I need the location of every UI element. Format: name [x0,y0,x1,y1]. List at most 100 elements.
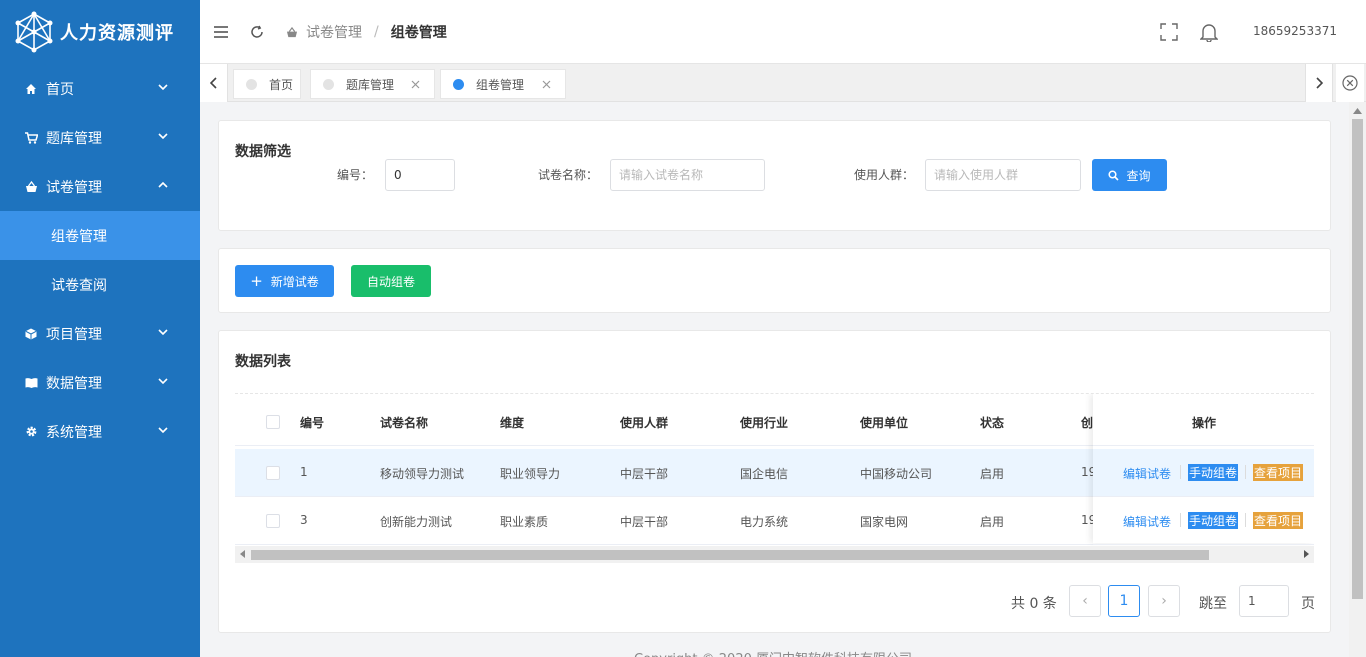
target-group-input[interactable] [925,159,1081,191]
bell-icon [1200,24,1218,42]
row-checkbox[interactable] [266,514,280,528]
sidebar-item-project[interactable]: 项目管理 [0,309,200,358]
breadcrumb-item-paper[interactable]: 试卷管理 [306,22,362,42]
chevron-down-icon [158,329,168,336]
add-paper-label: 新增试卷 [270,274,319,289]
cell-unit: 国家电网 [860,515,909,529]
id-input[interactable] [385,159,455,191]
op-divider [1245,513,1246,527]
refresh-button[interactable] [247,22,267,42]
list-title: 数据列表 [235,354,291,370]
sidebar-item-question-bank[interactable]: 题库管理 [0,113,200,162]
sidebar-item-home[interactable]: 首页 [0,64,200,113]
chevron-down-icon [158,84,168,91]
page-button-1[interactable]: 1 [1108,585,1140,617]
chevron-left-icon: ‹ [1082,593,1088,609]
scrollbar-thumb[interactable] [251,550,1209,560]
brand[interactable]: 人力资源测评 [0,0,200,64]
tabs-scroll-right-button[interactable] [1305,64,1333,102]
search-icon [1108,169,1120,181]
operations-row: 编辑试卷 手动组卷 查看项目 [1093,449,1314,497]
edit-paper-link[interactable]: 编辑试卷 [1123,465,1171,482]
cell-group: 中层干部 [620,515,669,529]
tab-label: 组卷管理 [476,77,525,92]
home-icon [24,82,38,96]
col-header-status: 状态 [980,416,1005,430]
auto-compose-button[interactable]: 自动组卷 [351,265,431,297]
row-checkbox[interactable] [266,466,280,480]
view-project-link[interactable]: 查看项目 [1253,464,1304,481]
scrollbar-thumb[interactable] [1352,119,1363,599]
sidebar-subitem-review[interactable]: 试卷查阅 [0,260,200,309]
tab-status-dot [453,78,464,90]
page-unit-label: 页 [1301,596,1315,612]
cell-dimension: 职业素质 [500,515,549,529]
basket-icon [24,180,38,194]
close-icon[interactable] [539,77,553,91]
chevron-down-icon [158,427,168,434]
pagination-total: 共 0 条 [1011,596,1057,612]
sidebar-item-label: 试卷管理 [46,179,102,196]
next-page-button[interactable]: › [1148,585,1180,617]
top-header: 试卷管理 / 组卷管理 18659253371 [200,0,1366,64]
chevron-right-icon [1316,77,1323,89]
tabs-scroll-left-button[interactable] [200,64,228,102]
sidebar-item-paper[interactable]: 试卷管理 [0,162,200,211]
cell-name: 创新能力测试 [380,515,453,529]
col-header-dimension: 维度 [500,416,525,430]
scroll-right-arrow-icon[interactable] [1301,549,1311,559]
brand-name: 人力资源测评 [60,23,174,44]
chevron-left-icon [209,77,217,89]
cell-industry: 电力系统 [740,515,789,529]
chevron-up-icon [158,181,168,188]
plus-icon: + [250,271,263,290]
add-paper-button[interactable]: + 新增试卷 [235,265,334,297]
page-vertical-scrollbar[interactable] [1349,102,1366,657]
list-card: 数据列表 编号 试卷名称 维度 使用人群 使用行业 使用单位 状态 创 1 移动… [218,330,1331,633]
cell-id: 1 [300,465,308,479]
col-header-group: 使用人群 [620,416,669,430]
close-circle-icon [1342,75,1358,91]
fullscreen-icon [1160,23,1178,41]
tab-label: 首页 [269,77,294,92]
sidebar-subitem-compose[interactable]: 组卷管理 [0,211,200,260]
query-button[interactable]: 查询 [1092,159,1167,191]
jump-page-input[interactable] [1239,585,1289,617]
manual-compose-link[interactable]: 手动组卷 [1188,512,1239,529]
select-all-checkbox[interactable] [266,415,280,429]
notification-button[interactable] [1199,22,1219,42]
sidebar-item-label: 系统管理 [46,424,102,441]
paper-name-input[interactable] [610,159,765,191]
edit-paper-link[interactable]: 编辑试卷 [1123,513,1171,530]
table-horizontal-scrollbar[interactable] [235,546,1314,563]
paper-name-label: 试卷名称： [538,168,599,182]
tab-question-bank[interactable]: 题库管理 [310,69,435,99]
close-all-tabs-button[interactable] [1336,64,1364,102]
view-project-link[interactable]: 查看项目 [1253,512,1304,529]
basket-icon [286,26,298,37]
scroll-up-arrow-icon[interactable] [1349,104,1366,118]
manual-compose-link[interactable]: 手动组卷 [1188,464,1239,481]
scroll-left-arrow-icon[interactable] [238,549,248,559]
sidebar-item-data[interactable]: 数据管理 [0,358,200,407]
operations-header: 操作 [1093,398,1314,446]
prev-page-button[interactable]: ‹ [1069,585,1101,617]
chevron-right-icon: › [1161,593,1167,609]
tab-home[interactable]: 首页 [233,69,301,99]
fullscreen-button[interactable] [1159,22,1179,42]
cell-group: 中层干部 [620,467,669,481]
menu-toggle-button[interactable] [211,22,231,42]
auto-compose-label: 自动组卷 [366,274,415,289]
close-icon[interactable] [408,77,422,91]
user-name[interactable]: 18659253371 [1253,24,1337,38]
op-divider [1180,465,1181,479]
tab-compose[interactable]: 组卷管理 [440,69,566,99]
target-group-label: 使用人群： [854,168,915,182]
refresh-icon [251,25,263,38]
page-number: 1 [1119,593,1129,609]
copyright-text: Copyright © 2020 厦门中智软件科技有限公司 [634,648,912,657]
sidebar-item-system[interactable]: 系统管理 [0,407,200,456]
chevron-down-icon [158,378,168,385]
col-header-industry: 使用行业 [740,416,789,430]
chevron-down-icon [158,133,168,140]
